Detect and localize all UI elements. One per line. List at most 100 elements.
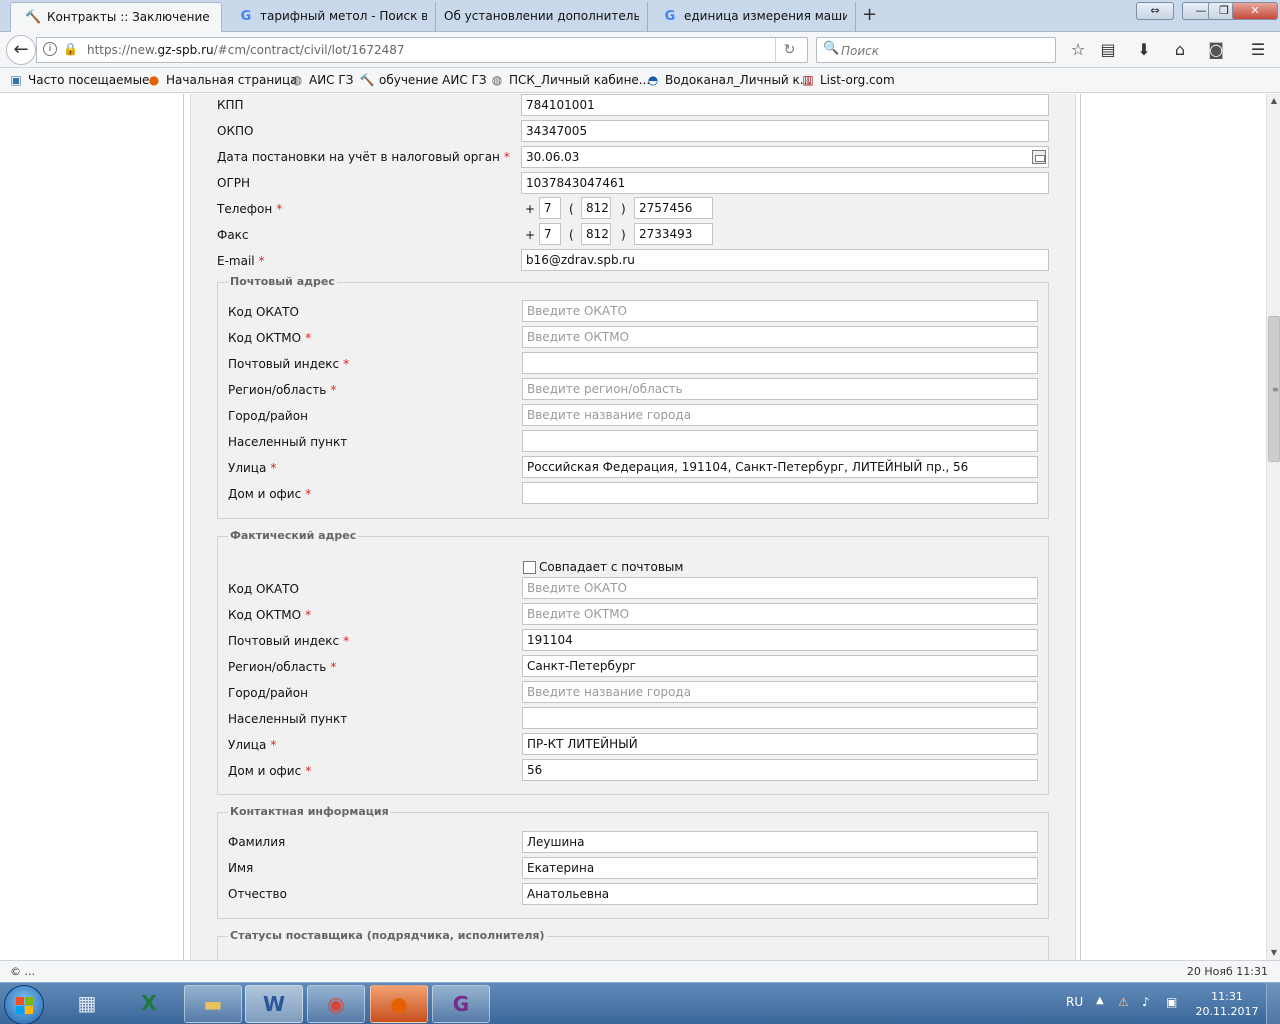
phone-number-field[interactable]: 2757456 — [634, 197, 713, 219]
bookmark-item[interactable]: ◓ Водоканал_Личный к... — [645, 73, 811, 87]
fax-number-field[interactable]: 2733493 — [634, 223, 713, 245]
actual-locality-label: Населенный пункт — [228, 712, 348, 726]
kpp-field[interactable]: 784101001 — [521, 94, 1049, 116]
phone-open-paren: ( — [569, 202, 574, 216]
url-text: https://new.gz-spb.ru/#cm/contract/civil… — [87, 43, 405, 57]
menu-icon[interactable]: ☰ — [1248, 40, 1268, 60]
postal-house-field[interactable] — [522, 482, 1038, 504]
postal-city-field[interactable]: Введите название города — [522, 404, 1038, 426]
fax-code-field[interactable]: 812 — [581, 223, 611, 245]
actual-house-label: Дом и офис * — [228, 764, 312, 778]
postal-street-field[interactable]: Российская Федерация, 191104, Санкт-Пете… — [522, 456, 1038, 478]
actual-oktmo-field[interactable]: Введите ОКТМО — [522, 603, 1038, 625]
last-name-field[interactable]: Леушина — [522, 831, 1038, 853]
same-as-postal-label[interactable]: Совпадает с почтовым — [539, 560, 683, 574]
pocket-icon[interactable]: ◙ — [1206, 40, 1226, 60]
tab-google-search[interactable]: G тарифный метол - Поиск в — [224, 2, 436, 32]
pdf-icon[interactable]: G — [432, 985, 490, 1023]
restore-alt-button[interactable]: ⇔ — [1136, 2, 1174, 20]
tab-bar: 🔨 Контракты :: Заключение к G тарифный м… — [0, 0, 1280, 32]
start-button[interactable] — [4, 985, 44, 1024]
grip-icon: ≡ — [1272, 385, 1279, 394]
windows-taskbar: ▦ X ▬ W ◉ ● G RU ▲ ⚠ ♪ ▣ 11:31 20.11.201… — [0, 982, 1280, 1024]
fax-country-field[interactable]: 7 — [539, 223, 561, 245]
postal-region-field[interactable]: Введите регион/область — [522, 378, 1038, 400]
excel-icon[interactable]: X — [120, 985, 178, 1023]
volume-icon[interactable]: ♪ — [1142, 995, 1150, 1009]
same-as-postal-checkbox[interactable] — [523, 561, 536, 574]
scroll-thumb[interactable]: ≡ — [1268, 316, 1280, 462]
phone-code-field[interactable]: 812 — [581, 197, 611, 219]
page-viewport: КПП 784101001 ОКПО 34347005 Дата постано… — [0, 94, 1266, 960]
word-icon[interactable]: W — [245, 985, 303, 1023]
supplier-statuses-legend: Статусы поставщика (подрядчика, исполнит… — [228, 929, 547, 942]
scroll-down-icon[interactable]: ▼ — [1267, 946, 1280, 960]
bookmark-item[interactable]: ▥ List-org.com — [800, 73, 894, 87]
bookmark-item[interactable]: ◍ ПСК_Личный кабине... — [489, 73, 651, 87]
chrome-icon[interactable]: ◉ — [307, 985, 365, 1023]
postal-okato-field[interactable]: Введите ОКАТО — [522, 300, 1038, 322]
actual-okato-field[interactable]: Введите ОКАТО — [522, 577, 1038, 599]
action-center-icon[interactable]: ▣ — [1166, 995, 1177, 1009]
actual-locality-field[interactable] — [522, 707, 1038, 729]
home-icon[interactable]: ⌂ — [1170, 40, 1190, 60]
reading-list-icon[interactable]: ▤ — [1098, 40, 1118, 60]
status-bar: © ... 20 Нояб 11:31 — [0, 960, 1280, 982]
url-bar[interactable]: i 🔒 https://new.gz-spb.ru/#cm/contract/c… — [36, 37, 808, 63]
scroll-up-icon[interactable]: ▲ — [1267, 94, 1280, 108]
new-tab-button[interactable]: + — [862, 4, 877, 25]
postal-index-field[interactable] — [522, 352, 1038, 374]
bookmark-item[interactable]: ◍ АИС ГЗ — [289, 73, 354, 87]
postal-locality-field[interactable] — [522, 430, 1038, 452]
language-indicator[interactable]: RU — [1066, 995, 1083, 1009]
actual-city-field[interactable]: Введите название города — [522, 681, 1038, 703]
vertical-scrollbar[interactable]: ▲ ≡ ▼ — [1266, 94, 1280, 960]
download-icon[interactable]: ⬇ — [1134, 40, 1154, 60]
postal-oktmo-field[interactable]: Введите ОКТМО — [522, 326, 1038, 348]
page-column: КПП 784101001 ОКПО 34347005 Дата постано… — [183, 94, 1081, 960]
actual-house-field[interactable]: 56 — [522, 759, 1038, 781]
firefox-icon[interactable]: ● — [370, 985, 428, 1023]
tab-units[interactable]: G единица измерения машин — [648, 2, 856, 32]
phone-country-field[interactable]: 7 — [539, 197, 561, 219]
okpo-field[interactable]: 34347005 — [521, 120, 1049, 142]
actual-index-field[interactable]: 191104 — [522, 629, 1038, 651]
calculator-icon[interactable]: ▦ — [58, 985, 116, 1023]
reload-icon[interactable]: ↻ — [775, 38, 803, 62]
postal-oktmo-label: Код ОКТМО * — [228, 331, 312, 345]
actual-address-section: Фактический адрес Совпадает с почтовым К… — [217, 529, 1049, 795]
search-input[interactable]: 🔍 Поиск — [816, 37, 1056, 63]
star-icon[interactable]: ☆ — [1068, 40, 1088, 60]
clock[interactable]: 11:31 20.11.2017 — [1190, 989, 1264, 1019]
first-name-field[interactable]: Екатерина — [522, 857, 1038, 879]
firefox-icon: ● — [148, 73, 160, 87]
info-icon[interactable]: i — [43, 42, 57, 56]
tab-additional[interactable]: Об установлении дополнительн — [436, 2, 648, 32]
actual-street-field[interactable]: ПР-КТ ЛИТЕЙНЫЙ — [522, 733, 1038, 755]
tray-arrow-icon[interactable]: ▲ — [1096, 995, 1104, 1006]
bookmark-item[interactable]: ● Начальная страница — [146, 73, 298, 87]
reg-date-field[interactable]: 30.06.03 — [521, 146, 1049, 168]
globe-icon: ◍ — [491, 73, 503, 87]
middle-name-field[interactable]: Анатольевна — [522, 883, 1038, 905]
bookmarks-bar: ▣ Часто посещаемые ● Начальная страница ◍ А… — [0, 68, 1280, 93]
bookmark-item[interactable]: 🔨 обучение АИС ГЗ — [359, 73, 487, 87]
email-field[interactable]: b16@zdrav.spb.ru — [521, 249, 1049, 271]
clock-time: 11:31 — [1211, 990, 1243, 1003]
show-desktop-button[interactable] — [1266, 983, 1280, 1024]
back-button[interactable]: ← — [6, 35, 36, 65]
tab-label: тарифный метол - Поиск в — [260, 9, 427, 23]
bookmark-icon: ▣ — [10, 73, 22, 87]
ogrn-field[interactable]: 1037843047461 — [521, 172, 1049, 194]
actual-region-field[interactable]: Санкт-Петербург — [522, 655, 1038, 677]
google-icon: G — [240, 9, 252, 24]
close-window-button[interactable]: ✕ — [1232, 2, 1278, 20]
explorer-icon[interactable]: ▬ — [184, 985, 242, 1023]
postal-street-label: Улица * — [228, 461, 277, 475]
navigation-bar: ← i 🔒 https://new.gz-spb.ru/#cm/contract… — [0, 32, 1280, 68]
calendar-icon[interactable] — [1032, 150, 1046, 164]
tab-contracts[interactable]: 🔨 Контракты :: Заключение к — [10, 2, 222, 32]
network-warning-icon[interactable]: ⚠ — [1118, 995, 1129, 1009]
back-arrow-icon: ← — [13, 39, 29, 60]
bookmark-item[interactable]: ▣ Часто посещаемые — [8, 73, 149, 87]
